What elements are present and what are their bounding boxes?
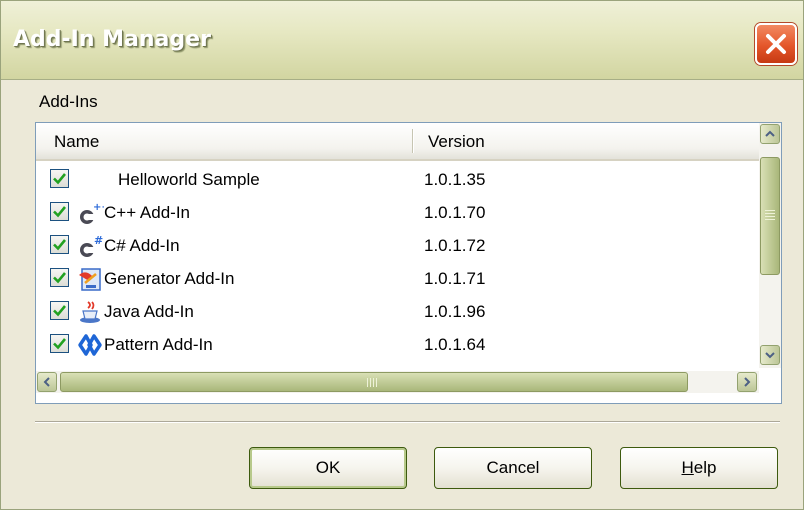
chevron-up-icon bbox=[765, 130, 775, 137]
help-button[interactable]: Help bbox=[620, 447, 778, 489]
ok-button[interactable]: OK bbox=[249, 447, 407, 489]
scroll-left-button[interactable] bbox=[37, 372, 57, 392]
add-in-manager-dialog: Add-In Manager Add-Ins Name Version Hell… bbox=[0, 0, 804, 510]
svg-text:#: # bbox=[94, 234, 103, 247]
list-item[interactable]: Pattern Add-In 1.0.1.64 bbox=[36, 328, 759, 361]
checkmark-icon bbox=[53, 173, 66, 185]
close-icon bbox=[766, 34, 786, 54]
add-ins-list[interactable]: Name Version Helloworld Sample 1.0.1.35 bbox=[35, 122, 782, 404]
window-title: Add-In Manager bbox=[13, 27, 211, 52]
list-item[interactable]: # C# Add-In 1.0.1.72 bbox=[36, 229, 759, 262]
close-button[interactable] bbox=[755, 23, 797, 65]
addin-name: C# Add-In bbox=[104, 236, 180, 255]
checkmark-icon bbox=[53, 305, 66, 317]
vertical-scroll-thumb[interactable] bbox=[760, 157, 780, 275]
horizontal-scroll-thumb[interactable] bbox=[60, 372, 688, 392]
checkmark-icon bbox=[53, 272, 66, 284]
generator-addin-icon bbox=[79, 268, 101, 291]
list-item[interactable]: ++ C++ Add-In 1.0.1.70 bbox=[36, 196, 759, 229]
chevron-right-icon bbox=[744, 377, 751, 387]
enable-checkbox[interactable] bbox=[50, 169, 69, 188]
horizontal-scrollbar[interactable] bbox=[36, 371, 759, 393]
addin-version: 1.0.1.70 bbox=[424, 203, 486, 222]
vertical-scrollbar[interactable] bbox=[759, 123, 781, 368]
divider bbox=[35, 421, 780, 423]
addin-name: Helloworld Sample bbox=[118, 170, 260, 189]
addin-name: C++ Add-In bbox=[104, 203, 191, 222]
addin-version: 1.0.1.71 bbox=[424, 269, 486, 288]
checkmark-icon bbox=[53, 338, 66, 350]
enable-checkbox[interactable] bbox=[50, 334, 69, 353]
list-item[interactable]: Helloworld Sample 1.0.1.35 bbox=[36, 163, 759, 196]
addin-version: 1.0.1.35 bbox=[424, 170, 486, 189]
enable-checkbox[interactable] bbox=[50, 268, 69, 287]
help-label-rest: elp bbox=[693, 458, 717, 477]
list-item[interactable]: Generator Add-In 1.0.1.71 bbox=[36, 262, 759, 295]
help-mnemonic: H bbox=[681, 458, 694, 477]
list-item[interactable]: Java Add-In 1.0.1.96 bbox=[36, 295, 759, 328]
checkmark-icon bbox=[53, 206, 66, 218]
list-header: Name Version bbox=[36, 123, 759, 161]
column-header-version[interactable]: Version bbox=[428, 132, 485, 152]
list-rows: Helloworld Sample 1.0.1.35 ++ C++ Add-In… bbox=[36, 163, 759, 368]
cpp-addin-icon: ++ bbox=[80, 202, 104, 224]
scroll-down-button[interactable] bbox=[760, 345, 780, 365]
java-addin-icon bbox=[80, 301, 100, 323]
cancel-button[interactable]: Cancel bbox=[434, 447, 592, 489]
csharp-addin-icon: # bbox=[80, 234, 103, 257]
addin-name: Generator Add-In bbox=[104, 269, 235, 288]
addin-name: Java Add-In bbox=[104, 302, 194, 321]
svg-text:++: ++ bbox=[93, 202, 104, 213]
scroll-up-button[interactable] bbox=[760, 124, 780, 144]
addin-name: Pattern Add-In bbox=[104, 335, 213, 354]
enable-checkbox[interactable] bbox=[50, 235, 69, 254]
title-bar[interactable]: Add-In Manager bbox=[1, 1, 803, 80]
chevron-down-icon bbox=[765, 352, 775, 359]
enable-checkbox[interactable] bbox=[50, 301, 69, 320]
enable-checkbox[interactable] bbox=[50, 202, 69, 221]
add-ins-group-label: Add-Ins bbox=[39, 92, 98, 111]
scroll-right-button[interactable] bbox=[737, 372, 757, 392]
addin-version: 1.0.1.64 bbox=[424, 335, 486, 354]
addin-version: 1.0.1.72 bbox=[424, 236, 486, 255]
addin-version: 1.0.1.96 bbox=[424, 302, 486, 321]
pattern-addin-icon bbox=[78, 334, 102, 356]
chevron-left-icon bbox=[43, 377, 50, 387]
checkmark-icon bbox=[53, 239, 66, 251]
column-header-name[interactable]: Name bbox=[54, 132, 99, 152]
